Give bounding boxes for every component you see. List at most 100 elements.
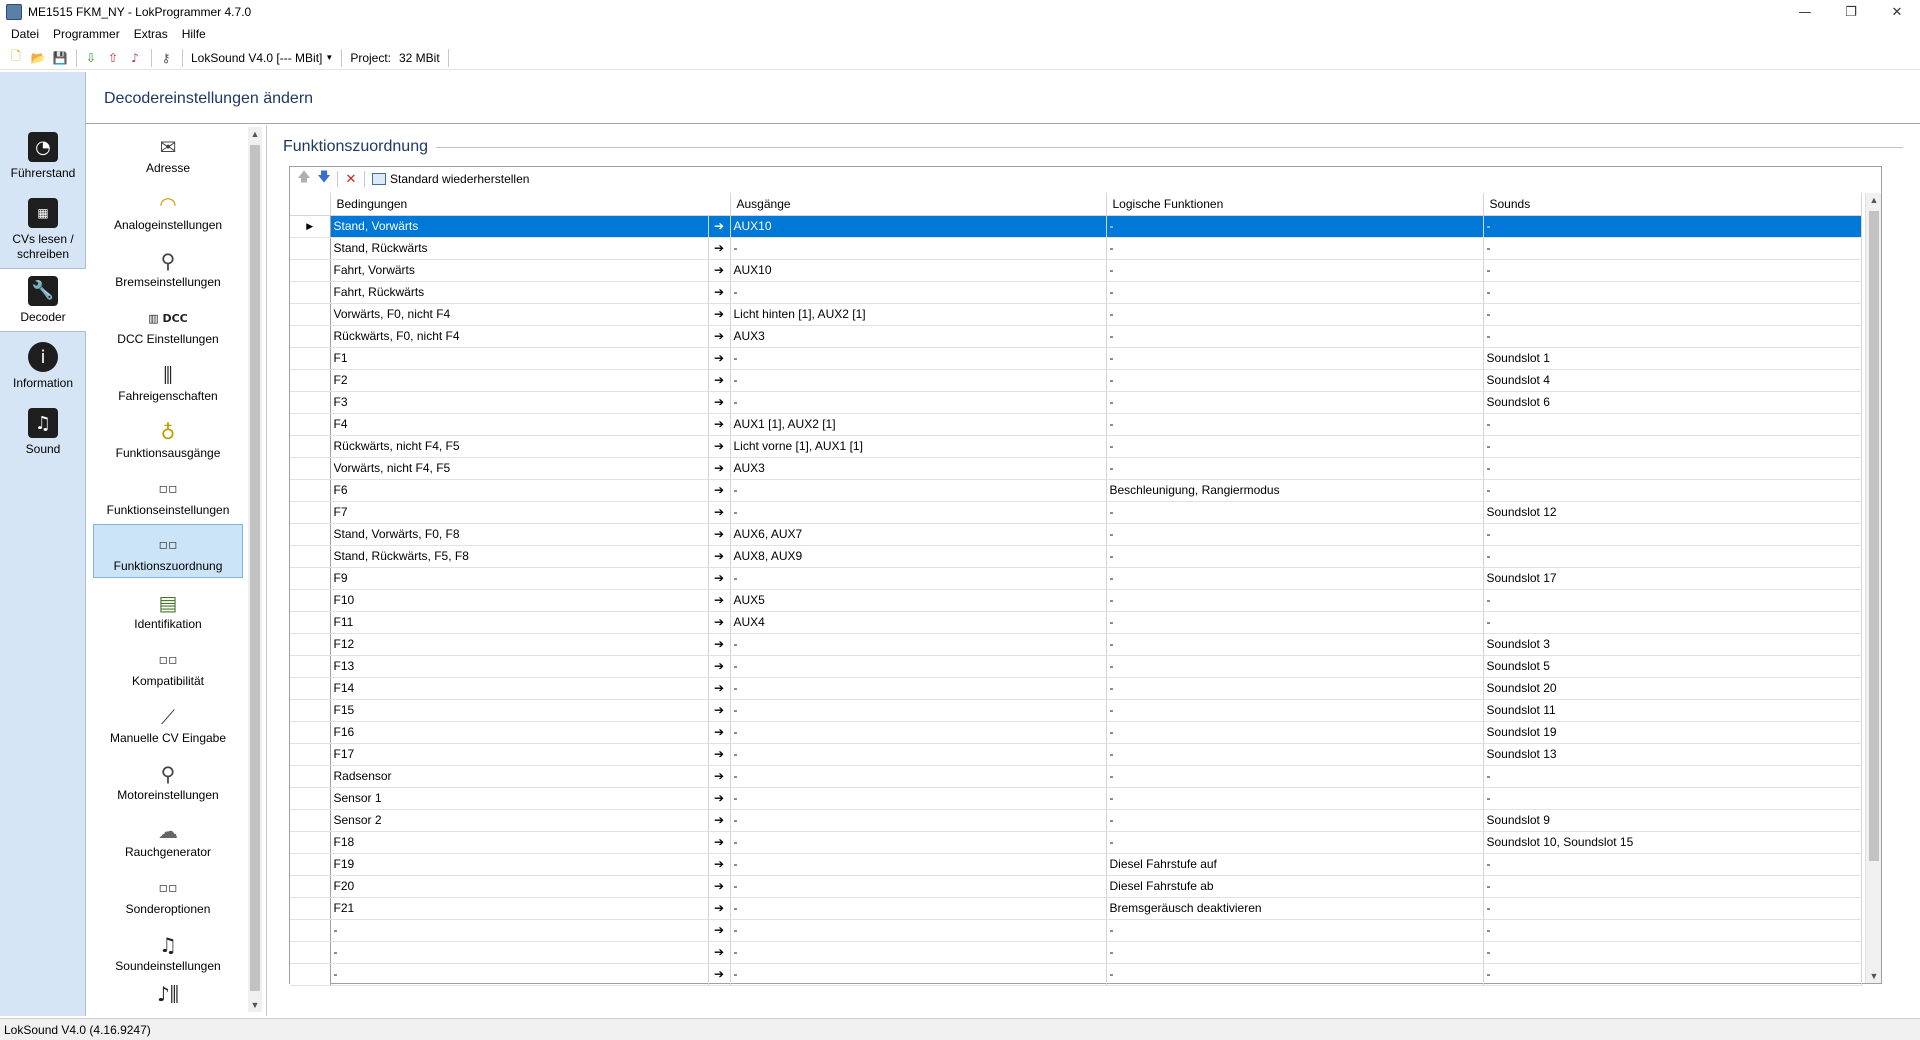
- scroll-up-icon[interactable]: ▲: [1866, 193, 1882, 207]
- cell-logische-funktionen[interactable]: -: [1106, 919, 1484, 942]
- subnav-bremseinstellungen[interactable]: ⚲ Bremseinstellungen: [93, 239, 243, 293]
- table-row[interactable]: F4 ➔ AUX1 [1], AUX2 [1] - -: [290, 413, 1862, 436]
- cell-ausgaenge[interactable]: AUX8, AUX9: [730, 545, 1107, 568]
- row-selector[interactable]: [290, 853, 331, 876]
- arrow-right-icon[interactable]: ➔: [708, 655, 731, 678]
- cell-sounds[interactable]: -: [1483, 897, 1862, 920]
- table-row[interactable]: F7 ➔ - - Soundslot 12: [290, 501, 1862, 524]
- table-row[interactable]: Sensor 1 ➔ - - -: [290, 787, 1862, 810]
- cell-bedingungen[interactable]: Fahrt, Rückwärts: [330, 281, 709, 304]
- scroll-down-icon[interactable]: ▼: [248, 998, 262, 1012]
- cell-bedingungen[interactable]: F4: [330, 413, 709, 436]
- cell-logische-funktionen[interactable]: -: [1106, 215, 1484, 238]
- cell-sounds[interactable]: Soundslot 9: [1483, 809, 1862, 832]
- row-selector[interactable]: [290, 743, 331, 766]
- arrow-right-icon[interactable]: ➔: [708, 325, 731, 348]
- cell-ausgaenge[interactable]: -: [730, 743, 1107, 766]
- cell-ausgaenge[interactable]: AUX10: [730, 215, 1107, 238]
- new-file-icon[interactable]: 🗋: [6, 48, 26, 68]
- cell-sounds[interactable]: -: [1483, 589, 1862, 612]
- row-selector[interactable]: [290, 765, 331, 788]
- arrow-right-icon[interactable]: ➔: [708, 897, 731, 920]
- row-selector[interactable]: [290, 941, 331, 964]
- menu-programmer[interactable]: Programmer: [46, 27, 127, 41]
- cell-bedingungen[interactable]: Fahrt, Vorwärts: [330, 259, 709, 282]
- table-row[interactable]: F17 ➔ - - Soundslot 13: [290, 743, 1862, 766]
- row-selector[interactable]: [290, 633, 331, 656]
- subnav-mixer[interactable]: ♪⫼: [93, 980, 243, 1012]
- cell-ausgaenge[interactable]: AUX6, AUX7: [730, 523, 1107, 546]
- cell-logische-funktionen[interactable]: -: [1106, 567, 1484, 590]
- cell-logische-funktionen[interactable]: -: [1106, 325, 1484, 348]
- table-row[interactable]: F1 ➔ - - Soundslot 1: [290, 347, 1862, 370]
- cell-sounds[interactable]: -: [1483, 545, 1862, 568]
- table-row[interactable]: F12 ➔ - - Soundslot 3: [290, 633, 1862, 656]
- row-selector[interactable]: [290, 897, 331, 920]
- row-selector[interactable]: [290, 325, 331, 348]
- arrow-right-icon[interactable]: ➔: [708, 479, 731, 502]
- cell-bedingungen[interactable]: Rückwärts, nicht F4, F5: [330, 435, 709, 458]
- cell-ausgaenge[interactable]: -: [730, 721, 1107, 744]
- arrow-right-icon[interactable]: ➔: [708, 633, 731, 656]
- cell-bedingungen[interactable]: F7: [330, 501, 709, 524]
- nav-cvs-lesen-schreiben[interactable]: ▦ CVs lesen / schreiben: [0, 198, 86, 262]
- scroll-down-icon[interactable]: ▼: [1866, 969, 1882, 983]
- cell-sounds[interactable]: Soundslot 19: [1483, 721, 1862, 744]
- cell-logische-funktionen[interactable]: -: [1106, 545, 1484, 568]
- cell-sounds[interactable]: -: [1483, 435, 1862, 458]
- cell-ausgaenge[interactable]: -: [730, 765, 1107, 788]
- cell-logische-funktionen[interactable]: -: [1106, 435, 1484, 458]
- table-row[interactable]: Sensor 2 ➔ - - Soundslot 9: [290, 809, 1862, 832]
- cell-sounds[interactable]: -: [1483, 457, 1862, 480]
- nav-decoder[interactable]: 🔧 Decoder: [0, 268, 86, 332]
- cell-sounds[interactable]: -: [1483, 413, 1862, 436]
- scroll-up-icon[interactable]: ▲: [248, 127, 262, 141]
- cell-bedingungen[interactable]: F15: [330, 699, 709, 722]
- cell-ausgaenge[interactable]: -: [730, 567, 1107, 590]
- subnav-motoreinstellungen[interactable]: ⚲ Motoreinstellungen: [93, 752, 243, 806]
- menu-hilfe[interactable]: Hilfe: [175, 27, 213, 41]
- cell-sounds[interactable]: -: [1483, 963, 1862, 986]
- arrow-right-icon[interactable]: ➔: [708, 369, 731, 392]
- cell-sounds[interactable]: -: [1483, 325, 1862, 348]
- cell-logische-funktionen[interactable]: -: [1106, 589, 1484, 612]
- subnav-manuelle-cv-eingabe[interactable]: ⟋ Manuelle CV Eingabe: [93, 695, 243, 749]
- export-sound-icon[interactable]: ♪: [125, 48, 145, 68]
- menu-extras[interactable]: Extras: [127, 27, 175, 41]
- cell-ausgaenge[interactable]: AUX3: [730, 325, 1107, 348]
- cell-logische-funktionen[interactable]: -: [1106, 501, 1484, 524]
- cell-ausgaenge[interactable]: -: [730, 919, 1107, 942]
- cell-sounds[interactable]: -: [1483, 303, 1862, 326]
- table-row[interactable]: F2 ➔ - - Soundslot 4: [290, 369, 1862, 392]
- cell-sounds[interactable]: -: [1483, 787, 1862, 810]
- cell-bedingungen[interactable]: -: [330, 919, 709, 942]
- subnav-sonderoptionen[interactable]: ▫▫ Sonderoptionen: [93, 866, 243, 920]
- cell-bedingungen[interactable]: F9: [330, 567, 709, 590]
- cell-bedingungen[interactable]: -: [330, 963, 709, 986]
- row-selector[interactable]: [290, 655, 331, 678]
- programmer-key-icon[interactable]: ⚷: [156, 48, 176, 68]
- cell-ausgaenge[interactable]: AUX3: [730, 457, 1107, 480]
- cell-logische-funktionen[interactable]: -: [1106, 787, 1484, 810]
- table-row[interactable]: F13 ➔ - - Soundslot 5: [290, 655, 1862, 678]
- cell-bedingungen[interactable]: F20: [330, 875, 709, 898]
- cell-logische-funktionen[interactable]: -: [1106, 523, 1484, 546]
- row-selector[interactable]: [290, 501, 331, 524]
- cell-logische-funktionen[interactable]: -: [1106, 655, 1484, 678]
- table-row[interactable]: Fahrt, Rückwärts ➔ - - -: [290, 281, 1862, 304]
- arrow-right-icon[interactable]: ➔: [708, 523, 731, 546]
- subnav-dcc-einstellungen[interactable]: ▥ DCC DCC Einstellungen: [93, 296, 243, 350]
- arrow-right-icon[interactable]: ➔: [708, 545, 731, 568]
- cell-sounds[interactable]: -: [1483, 765, 1862, 788]
- cell-bedingungen[interactable]: -: [330, 941, 709, 964]
- row-selector[interactable]: [290, 831, 331, 854]
- arrow-right-icon[interactable]: ➔: [708, 237, 731, 260]
- cell-bedingungen[interactable]: F3: [330, 391, 709, 414]
- decoder-type-dropdown[interactable]: LokSound V4.0 [--- MBit] ▼: [187, 51, 337, 65]
- cell-bedingungen[interactable]: F14: [330, 677, 709, 700]
- arrow-right-icon[interactable]: ➔: [708, 853, 731, 876]
- row-selector[interactable]: [290, 479, 331, 502]
- subnav-analogeinstellungen[interactable]: ◠ Analogeinstellungen: [93, 182, 243, 236]
- table-row[interactable]: Stand, Rückwärts ➔ - - -: [290, 237, 1862, 260]
- row-selector[interactable]: [290, 919, 331, 942]
